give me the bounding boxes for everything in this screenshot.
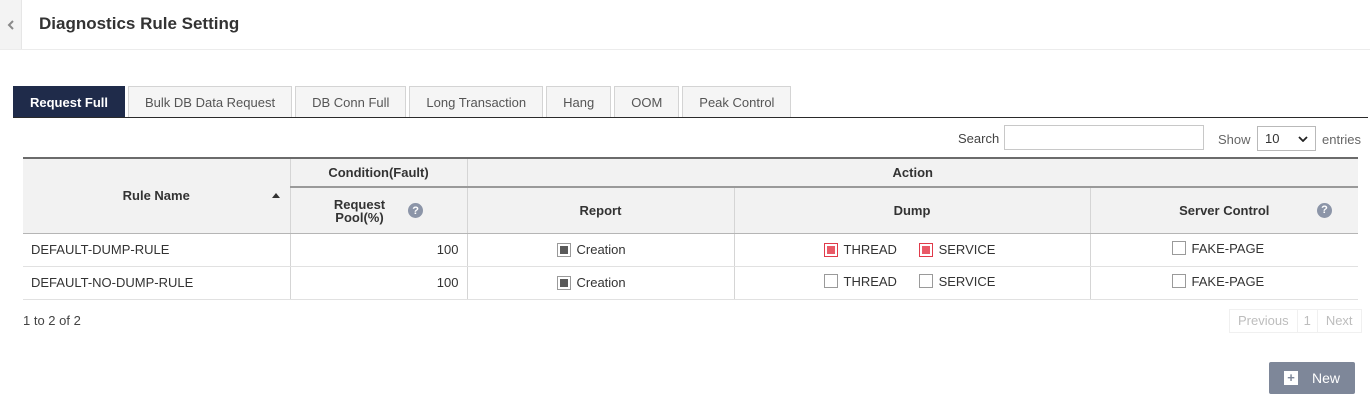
fake-page-checkbox[interactable] — [1171, 241, 1186, 256]
previous-page-button[interactable]: Previous — [1230, 310, 1297, 332]
rule-name-cell[interactable]: DEFAULT-DUMP-RULE — [23, 233, 291, 267]
sort-ascending-icon — [271, 192, 280, 198]
dump-thread-label: THREAD — [843, 273, 897, 289]
dump-thread-checkbox[interactable] — [823, 274, 838, 289]
dump-service-checkbox[interactable] — [918, 242, 933, 257]
fake-page-checkbox[interactable] — [1171, 274, 1186, 289]
search-label: Search — [958, 131, 1000, 146]
collapse-sidebar-button[interactable] — [0, 0, 22, 49]
tab-oom[interactable]: OOM — [614, 86, 680, 117]
report-creation-checkbox[interactable] — [556, 275, 571, 290]
dump-service-label: SERVICE — [938, 242, 996, 258]
report-header: Report — [467, 186, 735, 234]
dump-thread-label: THREAD — [843, 242, 897, 258]
page-header: Diagnostics Rule Setting — [0, 0, 1370, 50]
dump-cell: THREAD SERVICE — [734, 233, 1091, 267]
dump-thread-checkbox[interactable] — [823, 242, 838, 257]
tab-hang[interactable]: Hang — [546, 86, 612, 117]
server-control-header: Server Control ? — [1090, 186, 1359, 234]
server-control-cell: FAKE-PAGE — [1090, 233, 1359, 267]
plus-icon: + — [1283, 371, 1298, 385]
tab-db-conn-full[interactable]: DB Conn Full — [295, 86, 407, 117]
request-pool-cell: 100 — [290, 233, 468, 267]
table-row[interactable]: DEFAULT-NO-DUMP-RULE 100 Creation THREAD… — [23, 266, 1359, 300]
entries-select-value: 10 — [1265, 131, 1280, 146]
condition-group-header: Condition(Fault) — [290, 157, 468, 187]
rule-name-header[interactable]: Rule Name — [23, 157, 291, 234]
report-cell: Creation — [467, 233, 735, 267]
fake-page-label: FAKE-PAGE — [1191, 240, 1265, 256]
rule-name-cell[interactable]: DEFAULT-NO-DUMP-RULE — [23, 266, 291, 300]
report-creation-label: Creation — [576, 242, 626, 258]
rule-tabs: Request Full Bulk DB Data Request DB Con… — [13, 86, 794, 118]
request-pool-cell: 100 — [290, 266, 468, 300]
request-pool-header-line2: Pool(%) — [335, 209, 384, 225]
help-icon[interactable]: ? — [408, 203, 424, 219]
tab-divider — [13, 117, 1368, 118]
report-cell: Creation — [467, 266, 735, 300]
rule-name-header-label: Rule Name — [122, 188, 190, 204]
help-icon[interactable]: ? — [1317, 202, 1333, 218]
report-creation-checkbox[interactable] — [556, 242, 571, 257]
dump-service-checkbox[interactable] — [918, 274, 933, 289]
page-number-button[interactable]: 1 — [1296, 310, 1318, 332]
tab-peak-control[interactable]: Peak Control — [682, 86, 792, 117]
fake-page-label: FAKE-PAGE — [1191, 273, 1265, 289]
page-title: Diagnostics Rule Setting — [39, 14, 240, 33]
new-rule-button-label: New — [1311, 370, 1340, 386]
next-page-button[interactable]: Next — [1318, 310, 1361, 332]
entries-select[interactable]: 10 — [1257, 126, 1316, 151]
server-control-header-label: Server Control — [1179, 202, 1270, 218]
search-input[interactable] — [1004, 125, 1204, 150]
tab-long-transaction[interactable]: Long Transaction — [409, 86, 544, 117]
server-control-cell: FAKE-PAGE — [1090, 266, 1359, 300]
chevron-down-icon — [1298, 135, 1308, 142]
table-info: 1 to 2 of 2 — [23, 313, 81, 328]
table-row[interactable]: DEFAULT-DUMP-RULE 100 Creation THREAD SE… — [23, 233, 1359, 267]
action-group-header: Action — [467, 157, 1359, 187]
dump-cell: THREAD SERVICE — [734, 266, 1091, 300]
dump-header: Dump — [734, 186, 1091, 234]
dump-service-label: SERVICE — [938, 273, 996, 289]
tab-bulk-db-data-request[interactable]: Bulk DB Data Request — [128, 86, 293, 117]
rules-table: Rule Name Condition(Fault) Action Reques… — [23, 157, 1359, 300]
entries-label: entries — [1322, 132, 1362, 147]
new-rule-button[interactable]: + New — [1269, 362, 1355, 394]
show-label: Show — [1218, 132, 1251, 147]
request-pool-header: Request Pool(%) ? — [290, 186, 468, 234]
report-creation-label: Creation — [576, 275, 626, 291]
chevron-left-icon — [7, 19, 14, 30]
tab-request-full[interactable]: Request Full — [13, 86, 126, 117]
pagination: Previous 1 Next — [1229, 309, 1362, 333]
